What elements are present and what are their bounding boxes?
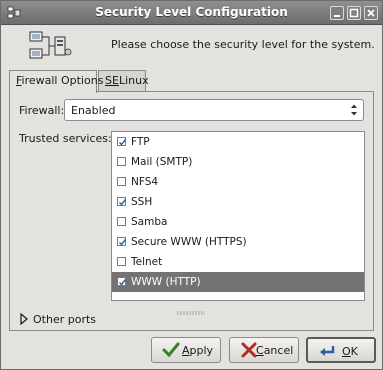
- window-title: Security Level Configuration: [95, 5, 288, 19]
- service-label: FTP: [131, 136, 150, 148]
- ok-rest: K: [350, 345, 358, 358]
- service-checkbox-ssh[interactable]: [117, 197, 127, 206]
- service-checkbox-nfs4[interactable]: [117, 177, 126, 186]
- ok-label: OK: [342, 345, 358, 358]
- tab-firewall-options[interactable]: Firewall Options: [9, 70, 103, 93]
- service-row-samba[interactable]: Samba: [112, 212, 364, 232]
- service-checkbox-ftp[interactable]: [117, 137, 127, 146]
- firewall-select-value: Enabled: [71, 104, 116, 117]
- close-button[interactable]: [364, 6, 378, 20]
- minimize-button[interactable]: [330, 6, 344, 20]
- header-message: Please choose the security level for the…: [111, 38, 375, 51]
- updown-arrows-icon: [349, 103, 359, 117]
- apply-button[interactable]: Apply: [151, 337, 221, 363]
- resize-grip[interactable]: [176, 305, 206, 315]
- cancel-label: Cancel: [256, 344, 293, 357]
- ok-button[interactable]: OK: [306, 337, 376, 363]
- tab-selinux-label: Linux: [118, 74, 149, 87]
- other-ports-label: Other ports: [33, 313, 97, 326]
- apply-label: Apply: [182, 344, 213, 357]
- service-row-http[interactable]: WWW (HTTP): [112, 272, 364, 292]
- firewall-select[interactable]: Enabled: [64, 99, 364, 121]
- service-row-https[interactable]: Secure WWW (HTTPS): [112, 232, 364, 252]
- service-label: NFS4: [131, 176, 159, 188]
- apply-check-icon: [162, 342, 180, 358]
- service-label: WWW (HTTP): [131, 276, 201, 288]
- tab-selinux-mnemonic: SE: [105, 74, 119, 87]
- cancel-rest: ancel: [263, 344, 294, 357]
- cancel-button[interactable]: Cancel: [229, 337, 299, 363]
- apply-mnemonic: A: [182, 344, 190, 357]
- service-checkbox-http[interactable]: [117, 277, 127, 286]
- dialog-window: Security Level Configuration Please choo…: [0, 0, 383, 370]
- service-label: Mail (SMTP): [131, 156, 193, 168]
- maximize-button[interactable]: [347, 6, 361, 20]
- network-computers-icon: [29, 31, 73, 61]
- service-checkbox-mail[interactable]: [117, 157, 126, 166]
- service-label: Secure WWW (HTTPS): [131, 236, 247, 248]
- service-row-ssh[interactable]: SSH: [112, 192, 364, 212]
- ok-mnemonic: O: [342, 345, 351, 358]
- trusted-services-label: Trusted services:: [19, 132, 112, 145]
- service-row-nfs4[interactable]: NFS4: [112, 172, 364, 192]
- service-row-mail[interactable]: Mail (SMTP): [112, 152, 364, 172]
- service-checkbox-https[interactable]: [117, 237, 127, 246]
- trusted-services-list[interactable]: FTP Mail (SMTP) NFS4 SSH Samba Secure WW…: [111, 131, 365, 301]
- tab-firewall-label: irewall Options: [21, 74, 104, 87]
- cancel-mnemonic: C: [256, 344, 264, 357]
- tab-selinux[interactable]: SELinux: [98, 70, 149, 92]
- service-row-telnet[interactable]: Telnet: [112, 252, 364, 272]
- ok-arrow-icon: [318, 343, 336, 359]
- service-label: SSH: [131, 196, 153, 208]
- service-label: Samba: [131, 216, 168, 228]
- apply-rest: pply: [189, 344, 214, 357]
- service-checkbox-samba[interactable]: [117, 217, 126, 226]
- service-label: Telnet: [131, 256, 163, 268]
- service-checkbox-telnet[interactable]: [117, 257, 126, 266]
- title-bar[interactable]: Security Level Configuration: [1, 1, 382, 25]
- service-row-ftp[interactable]: FTP: [112, 132, 364, 152]
- firewall-label: Firewall:: [19, 104, 65, 117]
- triangle-right-icon: [19, 312, 29, 328]
